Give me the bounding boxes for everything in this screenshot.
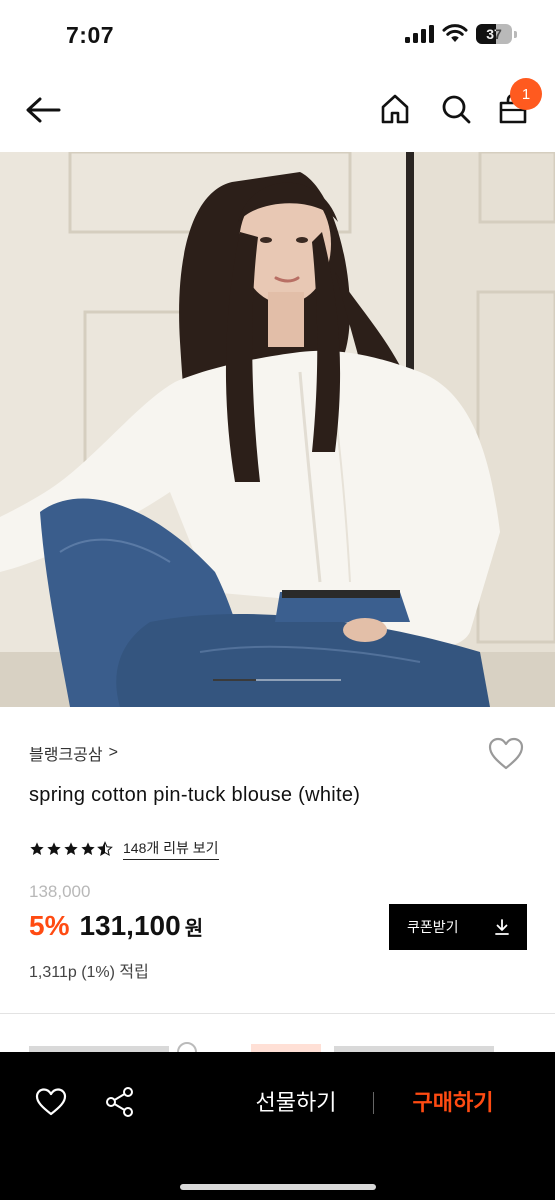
rating-row: 148개 리뷰 보기 [29, 838, 219, 860]
cart-count-badge: 1 [510, 78, 542, 110]
reward-points: 1,311p (1%) 적립 [29, 964, 149, 981]
status-bar: 7:07 37 [0, 0, 555, 72]
section-divider [0, 1013, 555, 1014]
bar-separator [373, 1092, 374, 1114]
coupon-label: 쿠폰받기 [407, 919, 459, 935]
search-button[interactable] [437, 90, 475, 128]
product-image-carousel[interactable] [0, 152, 555, 707]
bottom-wishlist-button[interactable] [34, 1085, 68, 1119]
star-icon [64, 842, 78, 855]
back-button[interactable] [22, 92, 64, 128]
bottom-action-bar: 선물하기 구매하기 [0, 1052, 555, 1200]
product-photo [0, 152, 555, 707]
home-icon [381, 94, 409, 124]
product-title: spring cotton pin-tuck blouse (white) [29, 784, 361, 806]
heart-outline-icon [488, 737, 524, 770]
sale-price: 131,100 [79, 910, 181, 941]
status-icons: 37 [404, 24, 517, 44]
wifi-icon [442, 24, 468, 42]
discount-rate: 5% [29, 910, 70, 941]
wishlist-button[interactable] [486, 734, 526, 774]
buy-button[interactable]: 구매하기 [392, 1085, 514, 1117]
share-button[interactable] [103, 1085, 137, 1119]
brand-name: 블랭크공삼 [29, 747, 103, 764]
currency-unit: 원 [184, 918, 204, 940]
battery-level: 37 [486, 26, 502, 42]
price-row: 5% 131,100 원 [29, 910, 203, 942]
search-icon [442, 95, 471, 124]
status-time: 7:07 [66, 22, 115, 48]
chevron-right-icon: > [108, 744, 118, 761]
coupon-download-button[interactable]: 쿠폰받기 [389, 904, 527, 950]
star-rating [29, 841, 113, 857]
home-indicator [180, 1184, 376, 1190]
brand-link[interactable]: 블랭크공삼 > [29, 741, 118, 765]
half-star-icon [97, 841, 113, 857]
gift-button[interactable]: 선물하기 [236, 1085, 356, 1117]
top-nav-bar [0, 72, 555, 152]
cellular-signal-icon [405, 25, 434, 43]
share-icon [106, 1087, 133, 1117]
original-price: 138,000 [29, 882, 91, 901]
battery-icon: 37 [476, 24, 512, 44]
star-icon [47, 842, 61, 855]
download-icon [495, 919, 509, 935]
home-button[interactable] [376, 90, 414, 128]
carousel-progress-indicator [213, 679, 256, 681]
star-icon [81, 842, 95, 855]
heart-outline-icon [35, 1088, 67, 1116]
review-link[interactable]: 148개 리뷰 보기 [123, 838, 219, 860]
star-icon [30, 842, 44, 855]
back-arrow-icon [26, 97, 61, 123]
